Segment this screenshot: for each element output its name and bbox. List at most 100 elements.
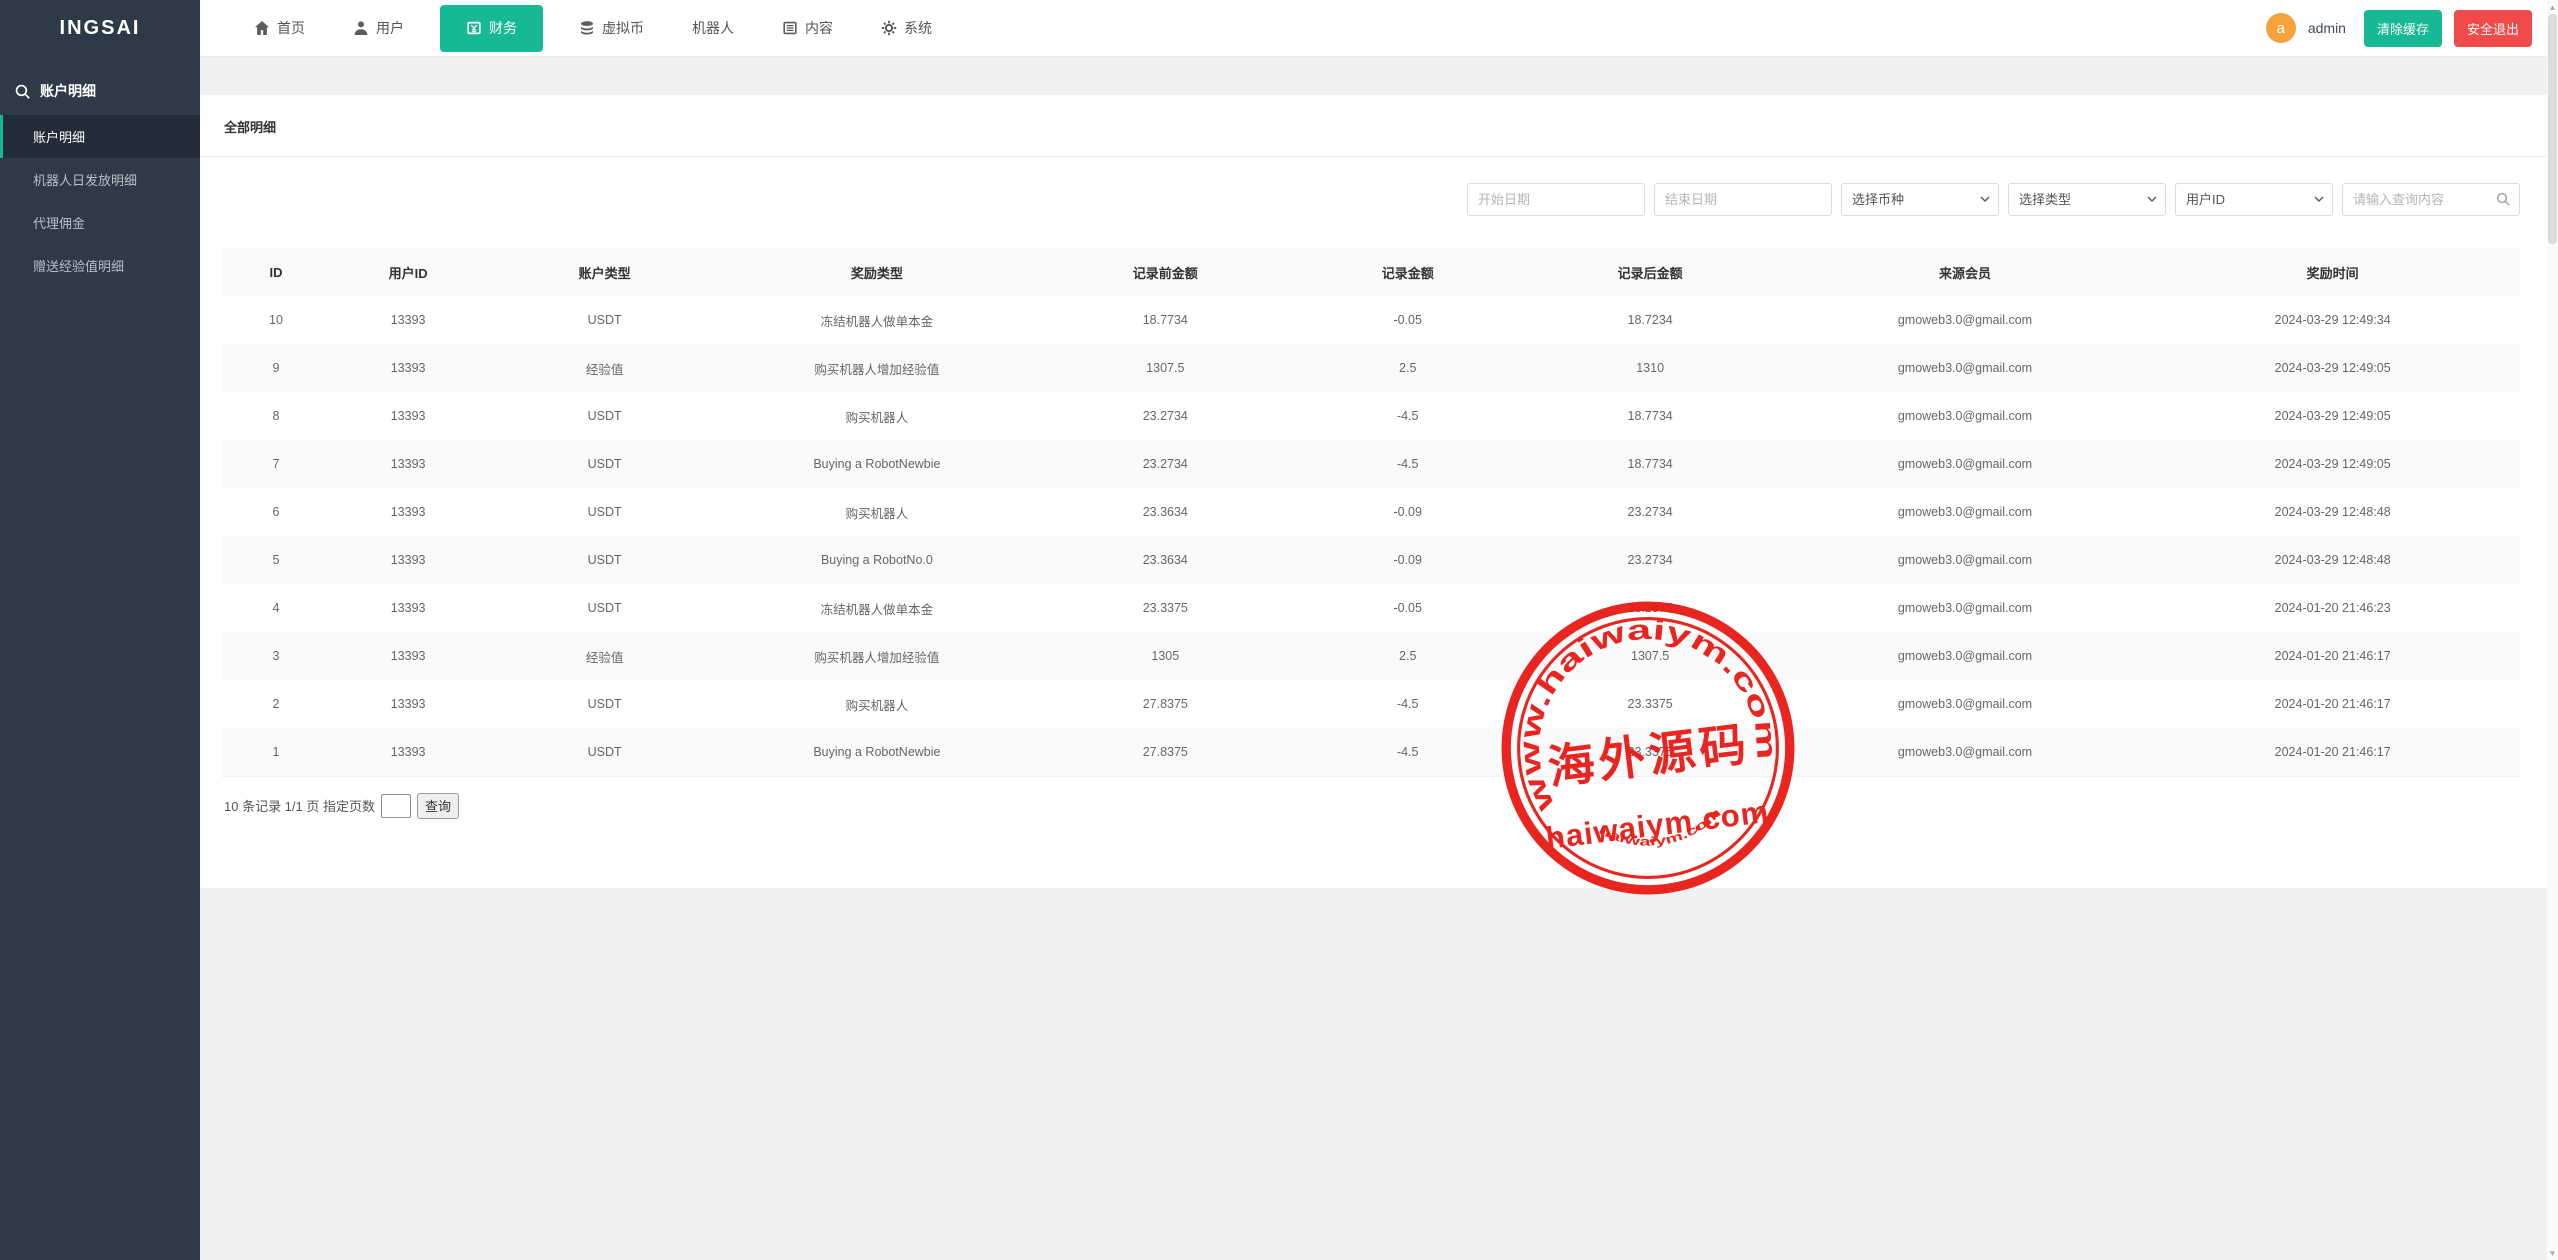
table-cell: 13393 — [330, 344, 486, 392]
sidebar-item-label: 赠送经验值明细 — [33, 256, 124, 275]
table-cell: 2024-03-29 12:49:34 — [2145, 296, 2520, 344]
column-header: 记录前金额 — [1031, 248, 1300, 296]
sidebar-item[interactable]: 机器人日发放明细 — [0, 158, 200, 201]
scrollbar-down-icon[interactable]: ▼ — [2547, 1246, 2558, 1260]
nav-item[interactable]: 内容 — [758, 0, 857, 56]
table-cell: 6 — [222, 488, 330, 536]
table-cell: 23.2734 — [1516, 536, 1785, 584]
column-header: 记录后金额 — [1516, 248, 1785, 296]
table-cell: 18.7734 — [1516, 440, 1785, 488]
sidebar-group-account-detail[interactable]: 账户明细 — [0, 57, 200, 115]
search-icon[interactable] — [2495, 191, 2511, 207]
table-cell: 23.3375 — [1031, 584, 1300, 632]
table-cell: Buying a RobotNewbie — [723, 440, 1031, 488]
table-cell: -0.09 — [1300, 488, 1516, 536]
sidebar-menu: 账户明细机器人日发放明细代理佣金赠送经验值明细 — [0, 115, 200, 287]
table-cell: -0.05 — [1300, 584, 1516, 632]
table-cell: 2024-03-29 12:49:05 — [2145, 440, 2520, 488]
search-icon — [14, 83, 31, 100]
clear-cache-button[interactable]: 清除缓存 — [2364, 10, 2442, 47]
table-cell: 18.7234 — [1516, 296, 1785, 344]
nav-item[interactable]: 机器人 — [668, 0, 758, 56]
table-cell: 5 — [222, 536, 330, 584]
column-header: 记录金额 — [1300, 248, 1516, 296]
scrollbar-thumb[interactable] — [2548, 14, 2557, 244]
top-nav: 首页 用户 财务虚拟币 机器人 内容 系统 — [200, 0, 956, 56]
nav-item[interactable]: 首页 — [230, 0, 329, 56]
table-cell: 1305 — [1031, 632, 1300, 680]
pagination: 10 条记录 1/1 页 指定页数 查询 — [224, 793, 2558, 819]
content-icon — [782, 20, 798, 36]
page-number-input[interactable] — [381, 794, 411, 818]
table-cell: 23.2734 — [1516, 488, 1785, 536]
nav-item-label: 内容 — [805, 18, 833, 38]
currency-select[interactable]: 选择币种 — [1841, 183, 1999, 216]
table-cell: 13393 — [330, 488, 486, 536]
table-row: 813393USDT购买机器人23.2734-4.518.7734gmoweb3… — [222, 392, 2520, 440]
go-page-button[interactable]: 查询 — [417, 793, 459, 819]
table-cell: 23.3634 — [1031, 536, 1300, 584]
filter-row: 选择币种 选择类型 用户ID — [200, 183, 2520, 216]
nav-item[interactable]: 用户 — [329, 0, 428, 56]
scrollbar[interactable]: ▲ ▼ — [2547, 0, 2558, 1260]
table-cell: 2024-01-20 21:46:17 — [2145, 728, 2520, 776]
table-cell: 13393 — [330, 680, 486, 728]
table-row: 613393USDT购买机器人23.3634-0.0923.2734gmoweb… — [222, 488, 2520, 536]
table-cell: 2024-03-29 12:48:48 — [2145, 488, 2520, 536]
start-date-input[interactable] — [1467, 183, 1645, 216]
table-cell: Buying a RobotNo.0 — [723, 536, 1031, 584]
scrollbar-up-icon[interactable]: ▲ — [2547, 0, 2558, 14]
table-cell: 23.2734 — [1031, 392, 1300, 440]
topbar-right: a admin 清除缓存 安全退出 — [2266, 10, 2558, 47]
table-cell: 13393 — [330, 536, 486, 584]
table-cell: gmoweb3.0@gmail.com — [1785, 680, 2146, 728]
home-icon — [254, 20, 270, 36]
sidebar-item-label: 账户明细 — [33, 127, 85, 146]
table-cell: 2024-03-29 12:48:48 — [2145, 536, 2520, 584]
table-cell: 2024-03-29 12:49:05 — [2145, 344, 2520, 392]
table-cell: 购买机器人增加经验值 — [723, 344, 1031, 392]
table-cell: 18.7734 — [1516, 392, 1785, 440]
table-cell: 13393 — [330, 440, 486, 488]
app-logo: INGSAI — [0, 0, 200, 57]
table-cell: USDT — [486, 584, 723, 632]
avatar[interactable]: a — [2266, 13, 2296, 43]
table-cell: 13393 — [330, 632, 486, 680]
nav-item-label: 用户 — [376, 18, 404, 38]
table-cell: 27.8375 — [1031, 728, 1300, 776]
userid-select[interactable]: 用户ID — [2175, 183, 2333, 216]
sidebar-item-label: 机器人日发放明细 — [33, 170, 137, 189]
table-cell: -4.5 — [1300, 440, 1516, 488]
table-cell: 9 — [222, 344, 330, 392]
table-cell: gmoweb3.0@gmail.com — [1785, 344, 2146, 392]
table-cell: USDT — [486, 488, 723, 536]
table-cell: gmoweb3.0@gmail.com — [1785, 584, 2146, 632]
column-header: 奖励类型 — [723, 248, 1031, 296]
table-cell: 购买机器人 — [723, 488, 1031, 536]
end-date-input[interactable] — [1654, 183, 1832, 216]
sidebar-item[interactable]: 代理佣金 — [0, 201, 200, 244]
nav-item-label: 机器人 — [692, 18, 734, 38]
username: admin — [2308, 20, 2346, 36]
table-cell: 3 — [222, 632, 330, 680]
table-cell: 购买机器人 — [723, 680, 1031, 728]
table-cell: 13393 — [330, 392, 486, 440]
sidebar-item[interactable]: 赠送经验值明细 — [0, 244, 200, 287]
nav-item[interactable]: 虚拟币 — [555, 0, 668, 56]
nav-item[interactable]: 系统 — [857, 0, 956, 56]
logout-button[interactable]: 安全退出 — [2454, 10, 2532, 47]
table-row: 1013393USDT冻结机器人做单本金18.7734-0.0518.7234g… — [222, 296, 2520, 344]
nav-item-label: 系统 — [904, 18, 932, 38]
type-select[interactable]: 选择类型 — [2008, 183, 2166, 216]
table-cell: gmoweb3.0@gmail.com — [1785, 440, 2146, 488]
search-input[interactable] — [2342, 183, 2520, 216]
table-cell: 18.7734 — [1031, 296, 1300, 344]
table-cell: -4.5 — [1300, 392, 1516, 440]
table-cell: gmoweb3.0@gmail.com — [1785, 296, 2146, 344]
nav-item[interactable]: 财务 — [440, 5, 543, 52]
table-cell: -0.05 — [1300, 296, 1516, 344]
records-table: ID用户ID账户类型奖励类型记录前金额记录金额记录后金额来源会员奖励时间 101… — [222, 248, 2520, 777]
table-cell: 7 — [222, 440, 330, 488]
sidebar-item[interactable]: 账户明细 — [0, 115, 200, 158]
table-cell: Buying a RobotNewbie — [723, 728, 1031, 776]
